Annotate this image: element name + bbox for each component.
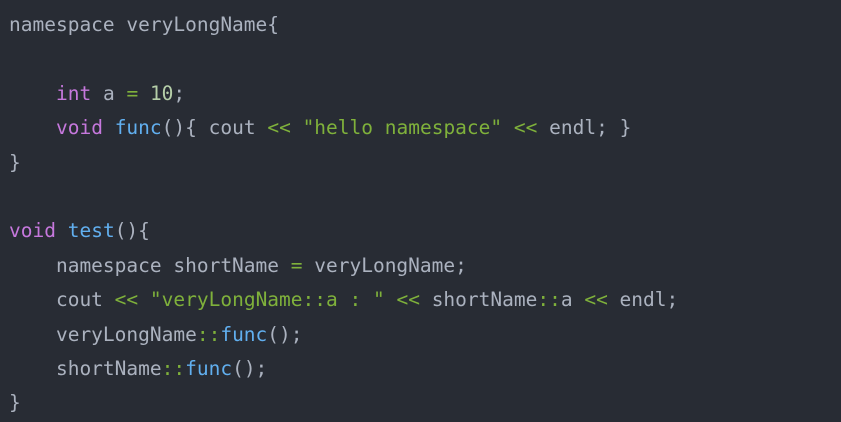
code-token-plain: namespace shortName (9, 253, 291, 277)
code-line[interactable]: cout << "veryLongName::a : " << shortNam… (9, 283, 678, 317)
code-line[interactable]: veryLongName::func(); (9, 318, 678, 352)
code-token-function: func (220, 322, 268, 346)
code-token-operator: << (114, 288, 139, 312)
code-token-plain: (); (232, 356, 268, 380)
code-token-string: "veryLongName::a : " (149, 288, 385, 312)
code-token-plain: } (9, 391, 21, 415)
code-line[interactable]: namespace shortName = veryLongName; (9, 249, 678, 283)
code-token-plain: (){ (114, 219, 150, 243)
code-token-plain: (){ cout (161, 116, 268, 140)
code-token-operator: = (126, 81, 139, 105)
code-token-operator: :: (537, 288, 561, 312)
code-line[interactable]: int a = 10; (9, 77, 678, 111)
code-line[interactable]: } (9, 386, 678, 420)
code-token-plain: shortName (9, 356, 162, 380)
code-token-plain: } (9, 150, 21, 174)
code-editor[interactable]: namespace veryLongName{ int a = 10; void… (0, 0, 841, 422)
code-line[interactable]: namespace veryLongName{ (9, 8, 678, 42)
code-token-plain: a (91, 81, 127, 105)
code-token-operator: = (290, 253, 303, 277)
code-token-function: func (185, 356, 233, 380)
code-line[interactable]: shortName::func(); (9, 352, 678, 386)
code-token-plain: shortName (419, 288, 538, 312)
code-token-operator: << (267, 116, 291, 140)
code-token-operator: :: (196, 322, 221, 346)
code-token-string: "hello namespace" (302, 116, 503, 140)
code-token-plain: endl; } (537, 116, 632, 140)
code-line[interactable] (9, 180, 678, 214)
code-token-keyword: void (55, 116, 103, 140)
code-line[interactable]: } (9, 146, 678, 180)
code-token-function: test (67, 219, 115, 243)
code-token-plain: a (560, 288, 585, 312)
code-token-function: func (114, 116, 162, 140)
code-token-number: 10 (149, 81, 174, 105)
code-token-plain: (); (267, 322, 303, 346)
code-token-keyword: int (55, 81, 92, 105)
code-token-operator: :: (161, 356, 186, 380)
code-line[interactable]: void func(){ cout << "hello namespace" <… (9, 111, 678, 145)
code-token-operator: << (584, 288, 608, 312)
code-token-keyword: void (9, 219, 56, 243)
code-token-plain: cout (9, 288, 115, 312)
code-line[interactable] (9, 42, 678, 76)
code-token-punct: ; (173, 81, 186, 105)
code-line[interactable]: void test(){ (9, 214, 678, 248)
code-token-plain: endl; (607, 288, 679, 312)
code-token-plain: namespace veryLongName{ (9, 13, 280, 36)
code-token-operator: << (513, 116, 538, 140)
code-token-plain: veryLongName (9, 322, 197, 346)
code-token-operator: << (396, 288, 420, 312)
code-token-plain: veryLongName; (302, 253, 467, 277)
code-block[interactable]: namespace veryLongName{ int a = 10; void… (9, 8, 678, 421)
